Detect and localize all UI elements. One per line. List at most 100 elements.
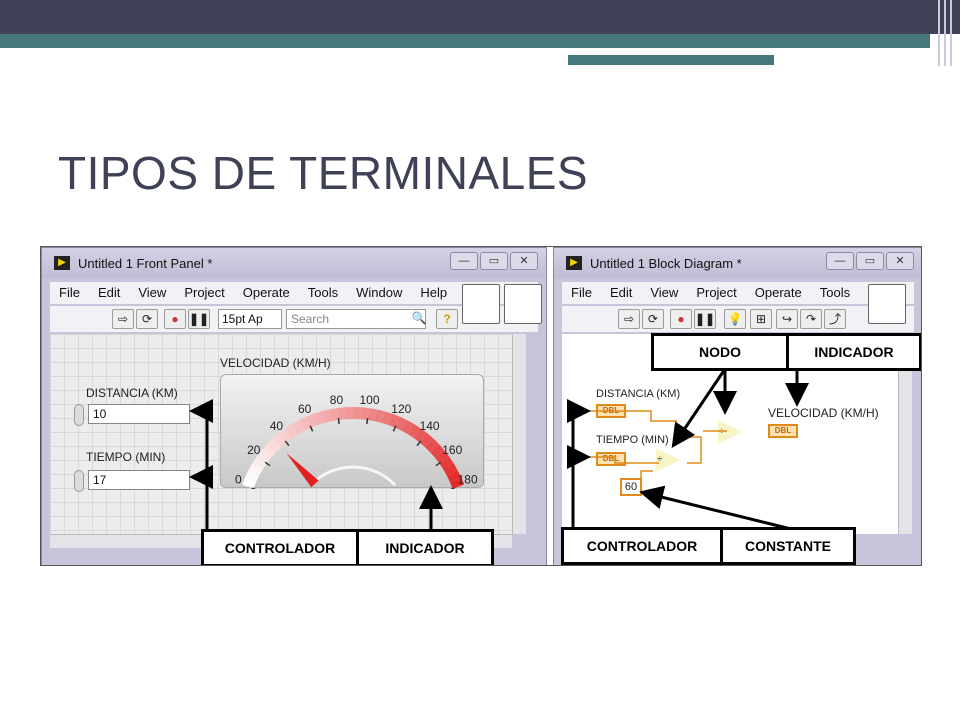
slide-top-bar: [0, 0, 960, 34]
font-select[interactable]: 15pt Ap: [218, 309, 282, 329]
connector-pane-icon[interactable]: [462, 284, 500, 324]
run-arrow-icon[interactable]: ⇨: [618, 309, 640, 329]
labview-screenshot: ▶ Untitled 1 Front Panel * — ▭ ✕ File Ed…: [40, 246, 922, 566]
velocidad-terminal-label: VELOCIDAD (KM/H): [768, 406, 879, 420]
vi-icon[interactable]: [504, 284, 542, 324]
step-over-icon[interactable]: ↷: [800, 309, 822, 329]
gauge-band-segment: [413, 428, 428, 443]
callout-indicador: INDICADOR: [356, 529, 494, 565]
front-panel-titlebar[interactable]: ▶ Untitled 1 Front Panel * — ▭ ✕: [42, 248, 546, 278]
pause-icon[interactable]: ❚❚: [188, 309, 210, 329]
run-arrow-icon[interactable]: ⇨: [112, 309, 134, 329]
menu-tools[interactable]: Tools: [811, 282, 859, 304]
slide-accent-bar-small: [568, 55, 774, 65]
gauge-tick-label: 80: [330, 393, 344, 407]
vertical-scrollbar[interactable]: [512, 334, 526, 534]
slide-accent-bar: [0, 34, 930, 48]
gauge-tick-label: 120: [391, 402, 411, 416]
gauge-tick: [366, 417, 369, 425]
highlight-execution-icon[interactable]: 💡: [724, 309, 746, 329]
labview-app-icon: ▶: [566, 256, 582, 270]
close-button[interactable]: ✕: [886, 252, 914, 270]
distancia-input[interactable]: 10: [88, 404, 190, 424]
search-input[interactable]: Search: [286, 309, 426, 329]
gauge-band-segment: [367, 408, 377, 422]
gauge-band-segment: [252, 456, 267, 470]
gauge-needle: [286, 453, 319, 488]
constant-60[interactable]: 60: [620, 478, 642, 496]
gauge-band-segment: [419, 433, 434, 448]
gauge-band-segment: [261, 444, 276, 458]
step-out-icon[interactable]: ⤴: [824, 309, 846, 329]
close-button[interactable]: ✕: [510, 252, 538, 270]
gauge-tick-label: 100: [359, 393, 379, 407]
tiempo-input[interactable]: 17: [88, 470, 190, 490]
gauge-band-segment: [388, 413, 400, 428]
gauge-band-segment: [306, 413, 318, 428]
gauge-band-segment: [242, 477, 257, 489]
distancia-terminal[interactable]: DBL: [596, 404, 626, 418]
vi-icon[interactable]: [868, 284, 906, 324]
context-help-icon[interactable]: ?: [436, 309, 458, 329]
gauge-inner-arc: [309, 465, 397, 487]
menu-operate[interactable]: Operate: [746, 282, 811, 304]
gauge-band-segment: [267, 438, 282, 453]
menu-file[interactable]: File: [562, 282, 601, 304]
maximize-button[interactable]: ▭: [856, 252, 884, 270]
divide-symbol: ÷: [719, 426, 725, 437]
abort-icon[interactable]: ●: [670, 309, 692, 329]
tiempo-terminal-label: TIEMPO (MIN): [596, 434, 669, 446]
abort-icon[interactable]: ●: [164, 309, 186, 329]
slide-accent-vline: [944, 0, 946, 66]
gauge-tick-label: 160: [442, 443, 462, 457]
menu-operate[interactable]: Operate: [234, 282, 299, 304]
gauge-tick: [448, 487, 455, 491]
front-panel-window: ▶ Untitled 1 Front Panel * — ▭ ✕ File Ed…: [41, 247, 547, 565]
menu-file[interactable]: File: [50, 282, 89, 304]
step-into-icon[interactable]: ↪: [776, 309, 798, 329]
tiempo-spinner[interactable]: [74, 470, 84, 492]
front-panel-toolbar: ⇨ ⟳ ● ❚❚ 15pt Ap Search 🔍 ?: [50, 284, 542, 332]
tiempo-terminal[interactable]: DBL: [596, 452, 626, 466]
gauge-band-segment: [329, 408, 339, 422]
menu-tools[interactable]: Tools: [299, 282, 347, 304]
gauge-band-segment: [292, 420, 305, 435]
minimize-button[interactable]: —: [826, 252, 854, 270]
gauge-band-segment: [285, 423, 299, 439]
gauge-band-segment: [313, 411, 325, 426]
maximize-button[interactable]: ▭: [480, 252, 508, 270]
run-continuously-icon[interactable]: ⟳: [642, 309, 664, 329]
menu-edit[interactable]: Edit: [601, 282, 641, 304]
menu-edit[interactable]: Edit: [89, 282, 129, 304]
pause-icon[interactable]: ❚❚: [694, 309, 716, 329]
gauge-tick: [337, 417, 340, 425]
menu-view[interactable]: View: [641, 282, 687, 304]
block-diagram-titlebar[interactable]: ▶ Untitled 1 Block Diagram * — ▭ ✕: [554, 248, 921, 278]
tiempo-label: TIEMPO (MIN): [86, 450, 166, 464]
gauge-band-segment: [401, 420, 414, 435]
minimize-button[interactable]: —: [450, 252, 478, 270]
front-panel-window-title: Untitled 1 Front Panel *: [78, 256, 213, 271]
run-continuously-icon[interactable]: ⟳: [136, 309, 158, 329]
menu-project[interactable]: Project: [687, 282, 745, 304]
menu-view[interactable]: View: [129, 282, 175, 304]
block-diagram-window-title: Untitled 1 Block Diagram *: [590, 256, 742, 271]
search-icon[interactable]: 🔍: [408, 309, 430, 329]
slide: TIPOS DE TERMINALES ▶ Untitled 1 Front P…: [0, 0, 960, 720]
gauge-tick-label: 180: [458, 472, 478, 486]
gauge-tick-label: 40: [270, 419, 284, 433]
menu-window[interactable]: Window: [347, 282, 411, 304]
gauge-tick: [251, 487, 258, 491]
velocidad-terminal[interactable]: DBL: [768, 424, 798, 438]
gauge-band-segment: [272, 433, 287, 448]
retain-wire-values-icon[interactable]: ⊞: [750, 309, 772, 329]
distancia-spinner[interactable]: [74, 404, 84, 426]
gauge-band-segment: [381, 411, 393, 426]
menu-help[interactable]: Help: [411, 282, 456, 304]
gauge-band-segment: [394, 416, 407, 431]
gauge-band-segment: [439, 456, 454, 470]
velocidad-gauge: 0 20 40 60 80 100 120 140 160 180: [220, 374, 484, 491]
block-diagram-window: ▶ Untitled 1 Block Diagram * — ▭ ✕ File …: [553, 247, 921, 565]
slide-accent-vline: [950, 0, 952, 66]
menu-project[interactable]: Project: [175, 282, 233, 304]
